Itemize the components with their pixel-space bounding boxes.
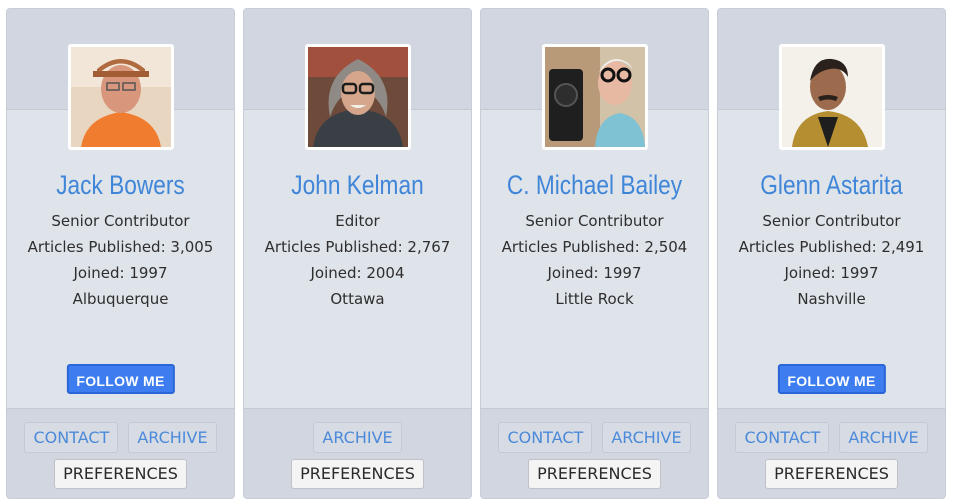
contributor-card: C. Michael Bailey Senior Contributor Art…: [480, 8, 709, 499]
card-preferences-row: PREFERENCES: [481, 459, 708, 489]
card-actions-row: ARCHIVE: [244, 422, 471, 453]
contributor-card: John Kelman Editor Articles Published: 2…: [243, 8, 472, 499]
contributor-role: Senior Contributor: [762, 212, 901, 230]
card-actions-row: CONTACT ARCHIVE: [7, 422, 234, 453]
contact-button[interactable]: CONTACT: [735, 422, 830, 453]
contributor-city: Nashville: [797, 290, 866, 308]
joined-year: Joined: 1997: [73, 264, 168, 282]
contact-button[interactable]: CONTACT: [24, 422, 119, 453]
contributor-name[interactable]: C. Michael Bailey: [499, 165, 690, 205]
card-preferences-row: PREFERENCES: [7, 459, 234, 489]
card-preferences-row: PREFERENCES: [244, 459, 471, 489]
card-actions-row: CONTACT ARCHIVE: [718, 422, 945, 453]
preferences-button[interactable]: PREFERENCES: [54, 459, 187, 489]
contributor-role: Senior Contributor: [51, 212, 190, 230]
joined-year: Joined: 1997: [784, 264, 879, 282]
contributor-name[interactable]: Jack Bowers: [25, 165, 216, 205]
archive-button[interactable]: ARCHIVE: [602, 422, 691, 453]
card-actions-row: CONTACT ARCHIVE: [481, 422, 708, 453]
contributor-city: Ottawa: [330, 290, 385, 308]
avatar[interactable]: [67, 44, 174, 150]
contributor-name[interactable]: John Kelman: [262, 165, 453, 205]
articles-published: Articles Published: 2,504: [501, 238, 688, 256]
preferences-button[interactable]: PREFERENCES: [528, 459, 661, 489]
follow-button[interactable]: FOLLOW ME: [66, 364, 175, 394]
avatar[interactable]: [778, 44, 885, 150]
follow-button[interactable]: FOLLOW ME: [777, 364, 886, 394]
contributor-city: Albuquerque: [72, 290, 169, 308]
archive-button[interactable]: ARCHIVE: [839, 422, 928, 453]
avatar[interactable]: [541, 44, 648, 150]
archive-button[interactable]: ARCHIVE: [313, 422, 402, 453]
articles-published: Articles Published: 2,767: [264, 238, 451, 256]
card-preferences-row: PREFERENCES: [718, 459, 945, 489]
contributor-grid: Jack Bowers Senior Contributor Articles …: [0, 0, 958, 504]
preferences-button[interactable]: PREFERENCES: [291, 459, 424, 489]
contributor-card: Glenn Astarita Senior Contributor Articl…: [717, 8, 946, 499]
articles-published: Articles Published: 2,491: [738, 238, 925, 256]
contributor-name[interactable]: Glenn Astarita: [736, 165, 927, 205]
contributor-card: Jack Bowers Senior Contributor Articles …: [6, 8, 235, 499]
joined-year: Joined: 2004: [310, 264, 405, 282]
contributor-role: Senior Contributor: [525, 212, 664, 230]
contributor-city: Little Rock: [555, 290, 634, 308]
contact-button[interactable]: CONTACT: [498, 422, 593, 453]
archive-button[interactable]: ARCHIVE: [128, 422, 217, 453]
avatar[interactable]: [304, 44, 411, 150]
joined-year: Joined: 1997: [547, 264, 642, 282]
contributor-role: Editor: [335, 212, 380, 230]
preferences-button[interactable]: PREFERENCES: [765, 459, 898, 489]
articles-published: Articles Published: 3,005: [27, 238, 214, 256]
